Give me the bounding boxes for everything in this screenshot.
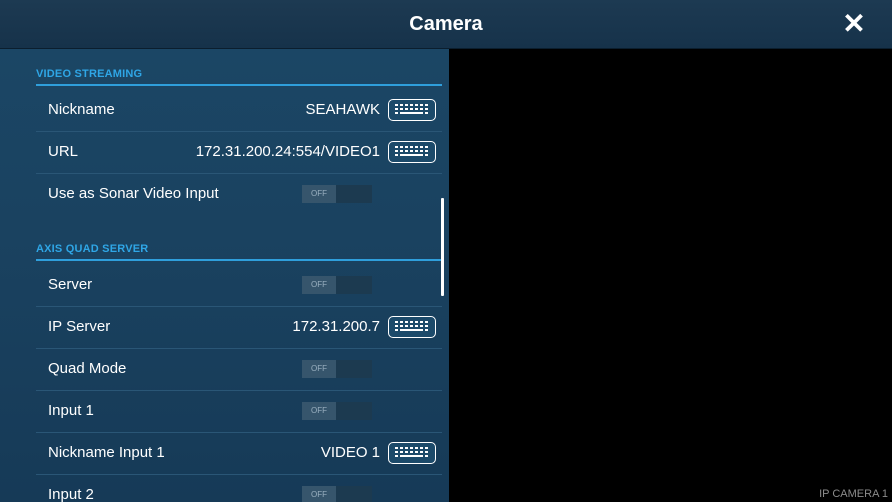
row-input-1[interactable]: Input 1 OFF [36,390,442,433]
row-label: URL [48,143,79,160]
row-sonar-video-input[interactable]: Use as Sonar Video Input OFF [36,173,442,215]
sonar-video-toggle[interactable]: OFF [302,185,372,203]
keyboard-icon[interactable] [388,141,436,163]
close-icon[interactable]: ✕ [838,8,870,40]
row-label: Nickname [48,101,115,118]
keyboard-icon[interactable] [388,442,436,464]
row-label: Use as Sonar Video Input [48,185,219,202]
row-value: VIDEO 1 [320,444,380,461]
row-label: Quad Mode [48,360,127,377]
toggle-state: OFF [302,486,336,502]
camera-label: IP CAMERA 1 [819,488,888,500]
toggle-state: OFF [302,402,336,420]
camera-view[interactable]: IP CAMERA 1 [449,49,892,502]
settings-panel[interactable]: VIDEO STREAMING Nickname SEAHAWK URL 172… [0,49,449,502]
row-nickname-input-1[interactable]: Nickname Input 1 VIDEO 1 [36,432,442,475]
row-nickname[interactable]: Nickname SEAHAWK [36,89,442,132]
row-label: Input 2 [48,486,94,502]
section-header-video-streaming: VIDEO STREAMING [36,64,442,86]
title-bar: Camera ✕ [0,0,892,49]
row-label: Server [48,276,93,293]
keyboard-icon[interactable] [388,316,436,338]
section-header-axis-quad-server: AXIS QUAD SERVER [36,239,442,261]
row-label: Nickname Input 1 [48,444,165,461]
row-url[interactable]: URL 172.31.200.24:554/VIDEO1 [36,131,442,174]
row-input-2[interactable]: Input 2 OFF [36,474,442,502]
row-value: SEAHAWK [305,101,380,118]
row-value: 172.31.200.24:554/VIDEO1 [195,143,380,160]
input-2-toggle[interactable]: OFF [302,486,372,502]
page-title: Camera [409,13,483,35]
keyboard-icon[interactable] [388,99,436,121]
input-1-toggle[interactable]: OFF [302,402,372,420]
row-ip-server[interactable]: IP Server 172.31.200.7 [36,306,442,349]
row-label: Input 1 [48,402,94,419]
scrollbar[interactable] [441,198,444,296]
toggle-state: OFF [302,185,336,203]
toggle-state: OFF [302,360,336,378]
toggle-state: OFF [302,276,336,294]
server-toggle[interactable]: OFF [302,276,372,294]
row-value: 172.31.200.7 [292,318,380,335]
row-server[interactable]: Server OFF [36,264,442,307]
row-label: IP Server [48,318,111,335]
row-quad-mode[interactable]: Quad Mode OFF [36,348,442,391]
quad-mode-toggle[interactable]: OFF [302,360,372,378]
